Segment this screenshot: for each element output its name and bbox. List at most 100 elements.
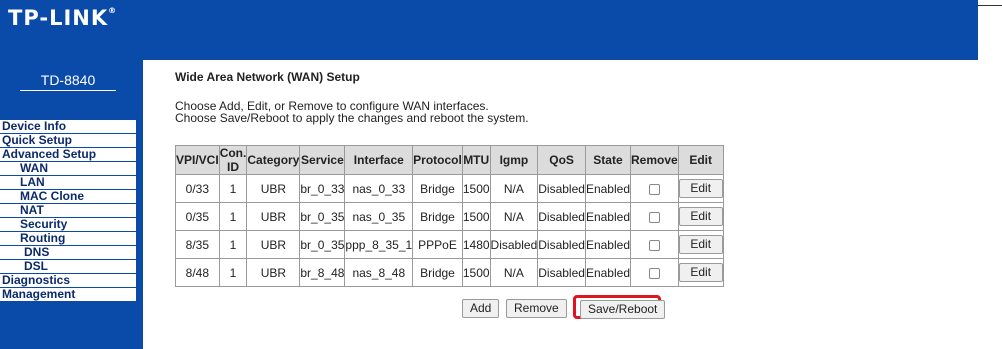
- page-title: Wide Area Network (WAN) Setup: [175, 70, 360, 84]
- edit-button[interactable]: Edit: [678, 207, 723, 226]
- save-reboot-button[interactable]: Save/Reboot: [580, 300, 666, 319]
- table-cell: br_8_48: [299, 258, 346, 287]
- table-cell: 8/35: [175, 230, 220, 259]
- table-cell: 1: [218, 230, 248, 259]
- table-cell: Enabled: [584, 174, 632, 203]
- table-cell: Disabled: [537, 202, 586, 231]
- header-bar: TP-LINK®: [0, 0, 978, 60]
- edit-cell: Edit: [677, 202, 724, 231]
- remove-checkbox[interactable]: [648, 239, 660, 251]
- edit-cell: Edit: [677, 174, 724, 203]
- table-cell: 1480: [461, 230, 491, 259]
- column-header: Con. ID: [218, 145, 248, 175]
- menu-item-dns[interactable]: DNS: [0, 246, 136, 260]
- table-cell: ppp_8_35_1: [344, 230, 414, 259]
- table-cell: UBR: [246, 230, 301, 259]
- table-cell: nas_8_48: [344, 258, 414, 287]
- table-cell: Bridge: [412, 258, 463, 287]
- table-cell: br_0_33: [299, 174, 346, 203]
- tp-link-logo: TP-LINK®: [8, 6, 118, 30]
- table-cell: nas_0_35: [344, 202, 414, 231]
- save-reboot-highlight: Save/Reboot: [573, 295, 666, 319]
- table-cell: UBR: [246, 202, 301, 231]
- table-cell: 1: [218, 258, 248, 287]
- menu-item-diagnostics[interactable]: Diagnostics: [0, 274, 136, 288]
- table-cell: 0/33: [175, 174, 220, 203]
- menu-item-management[interactable]: Management: [0, 288, 136, 302]
- menu-item-nat[interactable]: NAT: [0, 204, 136, 218]
- table-cell: 1500: [461, 174, 491, 203]
- remove-button[interactable]: Remove: [506, 299, 567, 318]
- table-cell: UBR: [246, 258, 301, 287]
- main-content: Wide Area Network (WAN) Setup Choose Add…: [175, 70, 724, 319]
- column-header: Igmp: [489, 145, 539, 175]
- table-cell: Bridge: [412, 202, 463, 231]
- menu-item-advanced-setup[interactable]: Advanced Setup: [0, 148, 136, 162]
- remove-checkbox[interactable]: [648, 267, 660, 279]
- right-margin: [978, 0, 1002, 349]
- edit-button[interactable]: Edit: [678, 263, 723, 282]
- menu-item-dsl[interactable]: DSL: [0, 260, 136, 274]
- edit-button[interactable]: Edit: [678, 235, 723, 254]
- edit-cell: Edit: [677, 230, 724, 259]
- model-name: TD-8840: [20, 72, 116, 91]
- sidebar: TD-8840 Device Info Quick Setup Advanced S…: [0, 60, 143, 349]
- table-cell: Enabled: [584, 230, 632, 259]
- table-cell: 1500: [461, 202, 491, 231]
- table-cell: UBR: [246, 174, 301, 203]
- table-cell: 1: [218, 174, 248, 203]
- table-cell: Disabled: [537, 230, 586, 259]
- column-header: Edit: [677, 145, 724, 175]
- menu-item-routing[interactable]: Routing: [0, 232, 136, 246]
- table-row: 0/33 1 UBR br_0_33 nas_0_33 Bridge 1500 N/A Disa…: [175, 174, 724, 203]
- table-cell: br_0_35: [299, 230, 346, 259]
- menu-item-mac-clone[interactable]: MAC Clone: [0, 190, 136, 204]
- column-header: Interface: [344, 145, 414, 175]
- table-row: 8/48 1 UBR br_8_48 nas_8_48 Bridge 1500 N/A Disa…: [175, 258, 724, 287]
- table-cell: br_0_35: [299, 202, 346, 231]
- table-cell: Disabled: [489, 230, 539, 259]
- edit-button[interactable]: Edit: [678, 179, 723, 198]
- table-cell: Disabled: [537, 174, 586, 203]
- column-header: Service: [299, 145, 346, 175]
- column-header: State: [584, 145, 632, 175]
- remove-checkbox[interactable]: [648, 211, 660, 223]
- table-cell: 1500: [461, 258, 491, 287]
- table-cell: N/A: [489, 202, 539, 231]
- wan-table: VPI/VCI Con. ID Category Service Interface Pr…: [175, 145, 724, 287]
- menu-item-lan[interactable]: LAN: [0, 176, 136, 190]
- table-header-row: VPI/VCI Con. ID Category Service Interface Pr…: [175, 145, 724, 175]
- column-header: QoS: [537, 145, 586, 175]
- table-cell: PPPoE: [412, 230, 463, 259]
- menu-item-security[interactable]: Security: [0, 218, 136, 232]
- menu-item-quick-setup[interactable]: Quick Setup: [0, 134, 136, 148]
- table-cell: Enabled: [584, 202, 632, 231]
- menu-item-wan[interactable]: WAN: [0, 162, 136, 176]
- add-button[interactable]: Add: [462, 299, 500, 318]
- table-cell: N/A: [489, 174, 539, 203]
- table-row: 0/35 1 UBR br_0_35 nas_0_35 Bridge 1500 N/A Disa…: [175, 202, 724, 231]
- remove-cell: [630, 174, 679, 203]
- remove-cell: [630, 202, 679, 231]
- table-cell: Bridge: [412, 174, 463, 203]
- edit-cell: Edit: [677, 258, 724, 287]
- table-row: 8/35 1 UBR br_0_35 ppp_8_35_1 PPPoE 1480 Disabl…: [175, 230, 724, 259]
- column-header: MTU: [461, 145, 491, 175]
- column-header: Remove: [630, 145, 679, 175]
- remove-cell: [630, 258, 679, 287]
- column-header: Protocol: [412, 145, 463, 175]
- table-cell: 8/48: [175, 258, 220, 287]
- description-line-2: Choose Save/Reboot to apply the changes …: [175, 111, 529, 125]
- column-header: VPI/VCI: [175, 145, 220, 175]
- table-cell: 0/35: [175, 202, 220, 231]
- remove-checkbox[interactable]: [648, 183, 660, 195]
- menu-item-device-info[interactable]: Device Info: [0, 120, 136, 134]
- table-cell: Disabled: [537, 258, 586, 287]
- remove-cell: [630, 230, 679, 259]
- table-cell: Enabled: [584, 258, 632, 287]
- table-cell: nas_0_33: [344, 174, 414, 203]
- table-cell: 1: [218, 202, 248, 231]
- nav-menu: Device Info Quick Setup Advanced Setup WAN L…: [0, 120, 136, 302]
- column-header: Category: [246, 145, 301, 175]
- table-cell: N/A: [489, 258, 539, 287]
